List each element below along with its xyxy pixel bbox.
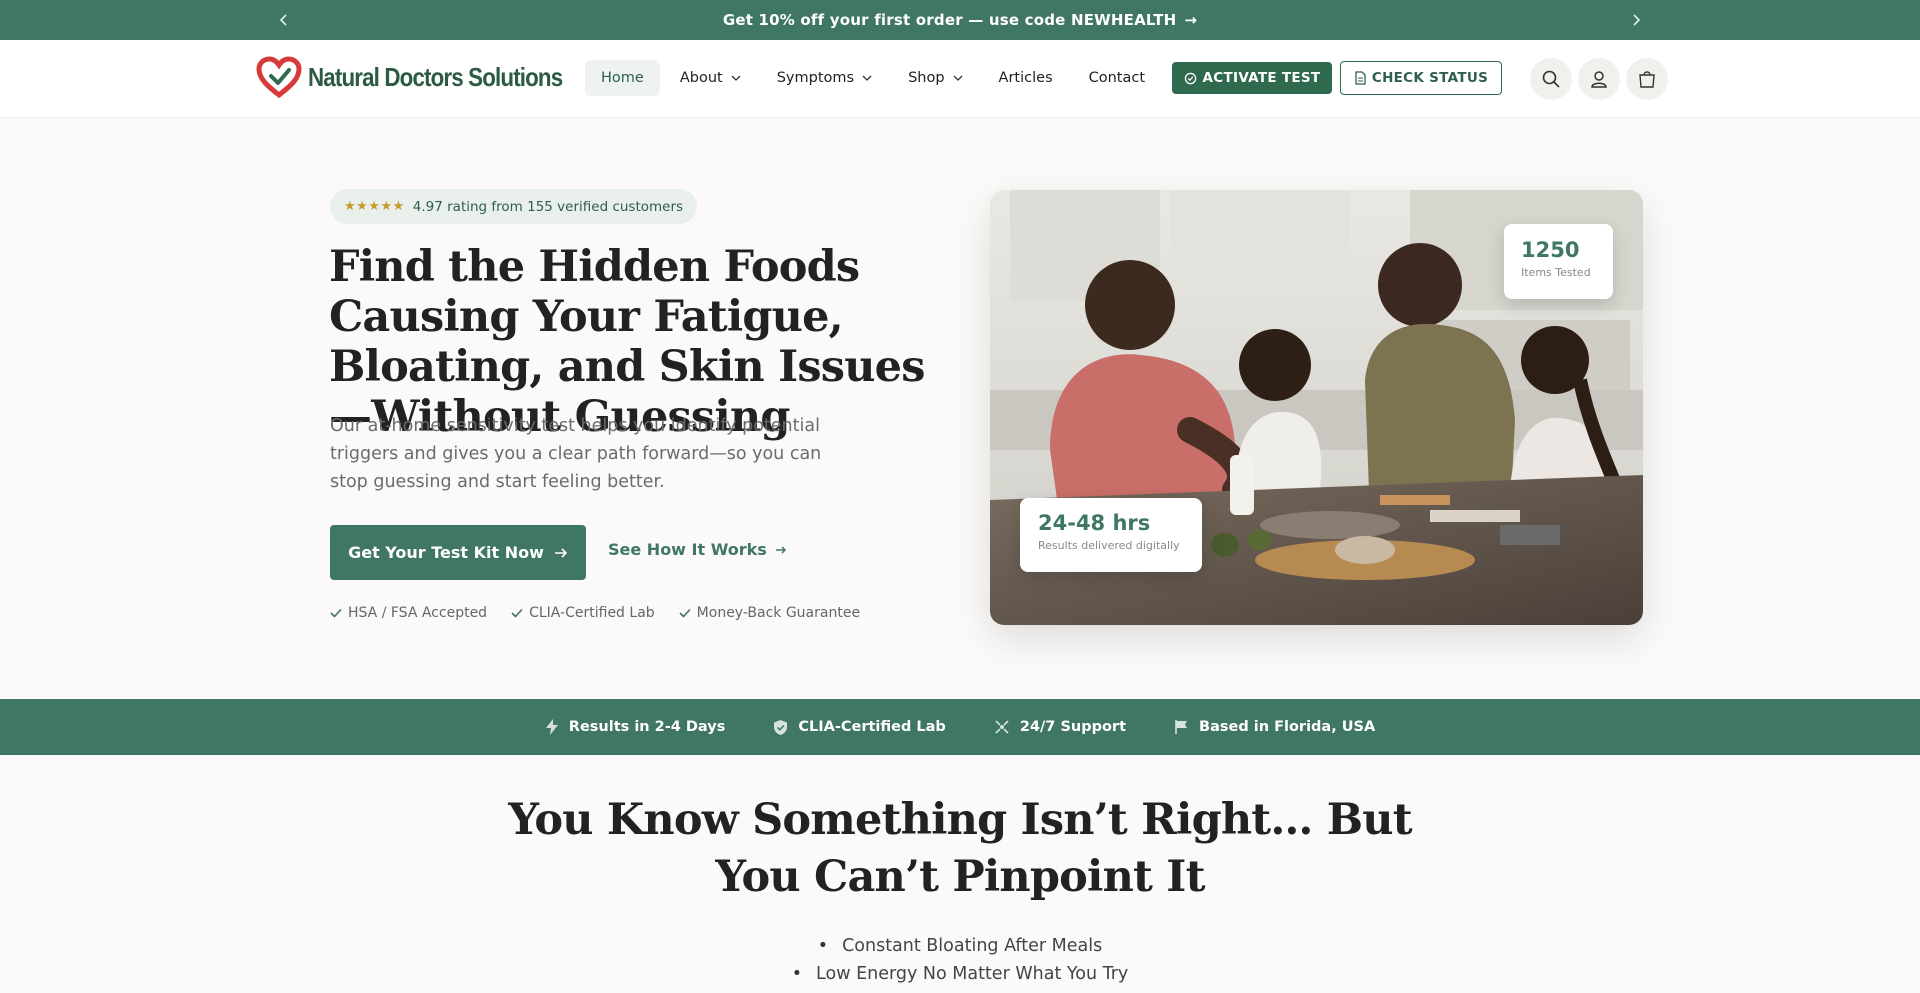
prev-announcement-button[interactable] xyxy=(272,8,296,32)
results-time-label: Results delivered digitally xyxy=(1038,539,1180,552)
check-circle-icon xyxy=(1184,72,1196,84)
trust-item: 24/7 Support xyxy=(994,719,1126,735)
section-title-line1: You Know Something Isn’t Right… But xyxy=(508,795,1412,845)
trust-item: Based in Florida, USA xyxy=(1174,719,1375,735)
nav-home[interactable]: Home xyxy=(585,60,660,96)
check-item: HSA / FSA Accepted xyxy=(330,605,487,621)
main-nav: Home About Symptoms Shop Articles Contac… xyxy=(585,60,1161,96)
checkmark-icon xyxy=(330,608,342,618)
arrow-right-icon xyxy=(775,545,786,554)
nav-label: Contact xyxy=(1088,70,1146,86)
nav-label: Articles xyxy=(998,70,1053,86)
symptom-list: Constant Bloating After Meals Low Energy… xyxy=(0,932,1920,988)
check-label: HSA / FSA Accepted xyxy=(348,605,488,621)
items-tested-label: Items Tested xyxy=(1521,266,1591,279)
checkmark-icon xyxy=(679,608,691,618)
check-label: Money-Back Guarantee xyxy=(696,605,861,621)
activate-test-button[interactable]: ACTIVATE TEST xyxy=(1172,62,1332,94)
results-time-card: 24-48 hrs Results delivered digitally xyxy=(1020,498,1202,572)
items-tested-value: 1250 xyxy=(1521,238,1580,262)
list-item: Constant Bloating After Meals xyxy=(0,932,1920,960)
check-status-button[interactable]: CHECK STATUS xyxy=(1340,61,1502,95)
list-item: Low Energy No Matter What You Try xyxy=(0,960,1920,988)
rating-badge: ★★★★★ 4.97 rating from 155 verified cust… xyxy=(330,189,698,224)
arrow-right-icon xyxy=(554,547,568,558)
rating-text: 4.97 rating from 155 verified customers xyxy=(412,198,684,215)
chevron-left-icon xyxy=(279,14,287,26)
nav-label: Home xyxy=(601,70,644,86)
account-button[interactable] xyxy=(1578,58,1620,100)
nav-symptoms[interactable]: Symptoms xyxy=(761,60,888,96)
nav-label: Symptoms xyxy=(776,70,855,86)
nav-about[interactable]: About xyxy=(664,60,757,96)
heart-logo-icon xyxy=(256,56,302,98)
document-icon xyxy=(1355,71,1366,85)
search-icon xyxy=(1542,70,1560,88)
announcement-link[interactable]: Get 10% off your first order — use code … xyxy=(723,11,1197,29)
chevron-down-icon xyxy=(731,75,741,81)
how-label: See How It Works xyxy=(608,540,767,559)
nav-shop[interactable]: Shop xyxy=(892,60,978,96)
logo-text: Natural Doctors Solutions xyxy=(308,61,563,92)
support-icon xyxy=(995,720,1009,734)
logo-link[interactable]: Natural Doctors Solutions xyxy=(256,56,604,98)
cart-button[interactable] xyxy=(1626,58,1668,100)
see-how-it-works-link[interactable]: See How It Works xyxy=(608,540,787,559)
check-item: Money-Back Guarantee xyxy=(679,605,860,621)
results-time-value: 24-48 hrs xyxy=(1038,511,1151,535)
chevron-down-icon xyxy=(862,75,872,81)
checkmark-icon xyxy=(511,608,523,618)
nav-contact[interactable]: Contact xyxy=(1073,60,1161,96)
bolt-icon xyxy=(545,719,558,735)
get-test-kit-button[interactable]: Get Your Test Kit Now xyxy=(330,525,586,580)
trust-label: 24/7 Support xyxy=(1019,719,1127,735)
feature-checks: HSA / FSA Accepted CLIA-Certified Lab Mo… xyxy=(330,605,860,621)
arrow-right-icon: → xyxy=(1184,11,1198,29)
trust-item: Results in 2-4 Days xyxy=(545,718,726,736)
trust-label: CLIA-Certified Lab xyxy=(798,719,946,735)
search-button[interactable] xyxy=(1530,58,1572,100)
chevron-down-icon xyxy=(953,75,963,81)
shield-icon xyxy=(774,719,788,735)
check-label: CLIA-Certified Lab xyxy=(529,605,655,621)
nav-articles[interactable]: Articles xyxy=(983,60,1069,96)
trust-item: CLIA-Certified Lab xyxy=(773,719,946,736)
trust-label: Based in Florida, USA xyxy=(1199,719,1376,735)
star-rating-icon: ★★★★★ xyxy=(344,199,405,214)
next-announcement-button[interactable] xyxy=(1624,8,1648,32)
announcement-text: Get 10% off your first order — use code … xyxy=(722,11,1177,29)
activate-test-label: ACTIVATE TEST xyxy=(1202,70,1321,86)
cta-label: Get Your Test Kit Now xyxy=(348,543,544,562)
check-item: CLIA-Certified Lab xyxy=(511,605,655,621)
chevron-right-icon xyxy=(1633,14,1641,26)
cart-icon xyxy=(1639,71,1655,88)
announcement-bar: Get 10% off your first order — use code … xyxy=(0,0,1920,40)
nav-label: About xyxy=(679,70,723,86)
trust-bar: Results in 2-4 Days CLIA-Certified Lab 2… xyxy=(0,699,1920,755)
flag-icon xyxy=(1175,720,1188,734)
items-tested-card: 1250 Items Tested xyxy=(1504,224,1613,299)
section-title-line2: You Can’t Pinpoint It xyxy=(715,852,1205,902)
section-title: You Know Something Isn’t Right… But You … xyxy=(0,792,1920,906)
trust-label: Results in 2-4 Days xyxy=(568,719,726,735)
hero-subtitle: Our at-home sensitivity test helps you i… xyxy=(330,416,822,492)
account-icon xyxy=(1591,71,1607,88)
check-status-label: CHECK STATUS xyxy=(1371,70,1489,86)
nav-label: Shop xyxy=(908,70,945,86)
site-header: Natural Doctors Solutions Home About Sym… xyxy=(0,40,1920,118)
